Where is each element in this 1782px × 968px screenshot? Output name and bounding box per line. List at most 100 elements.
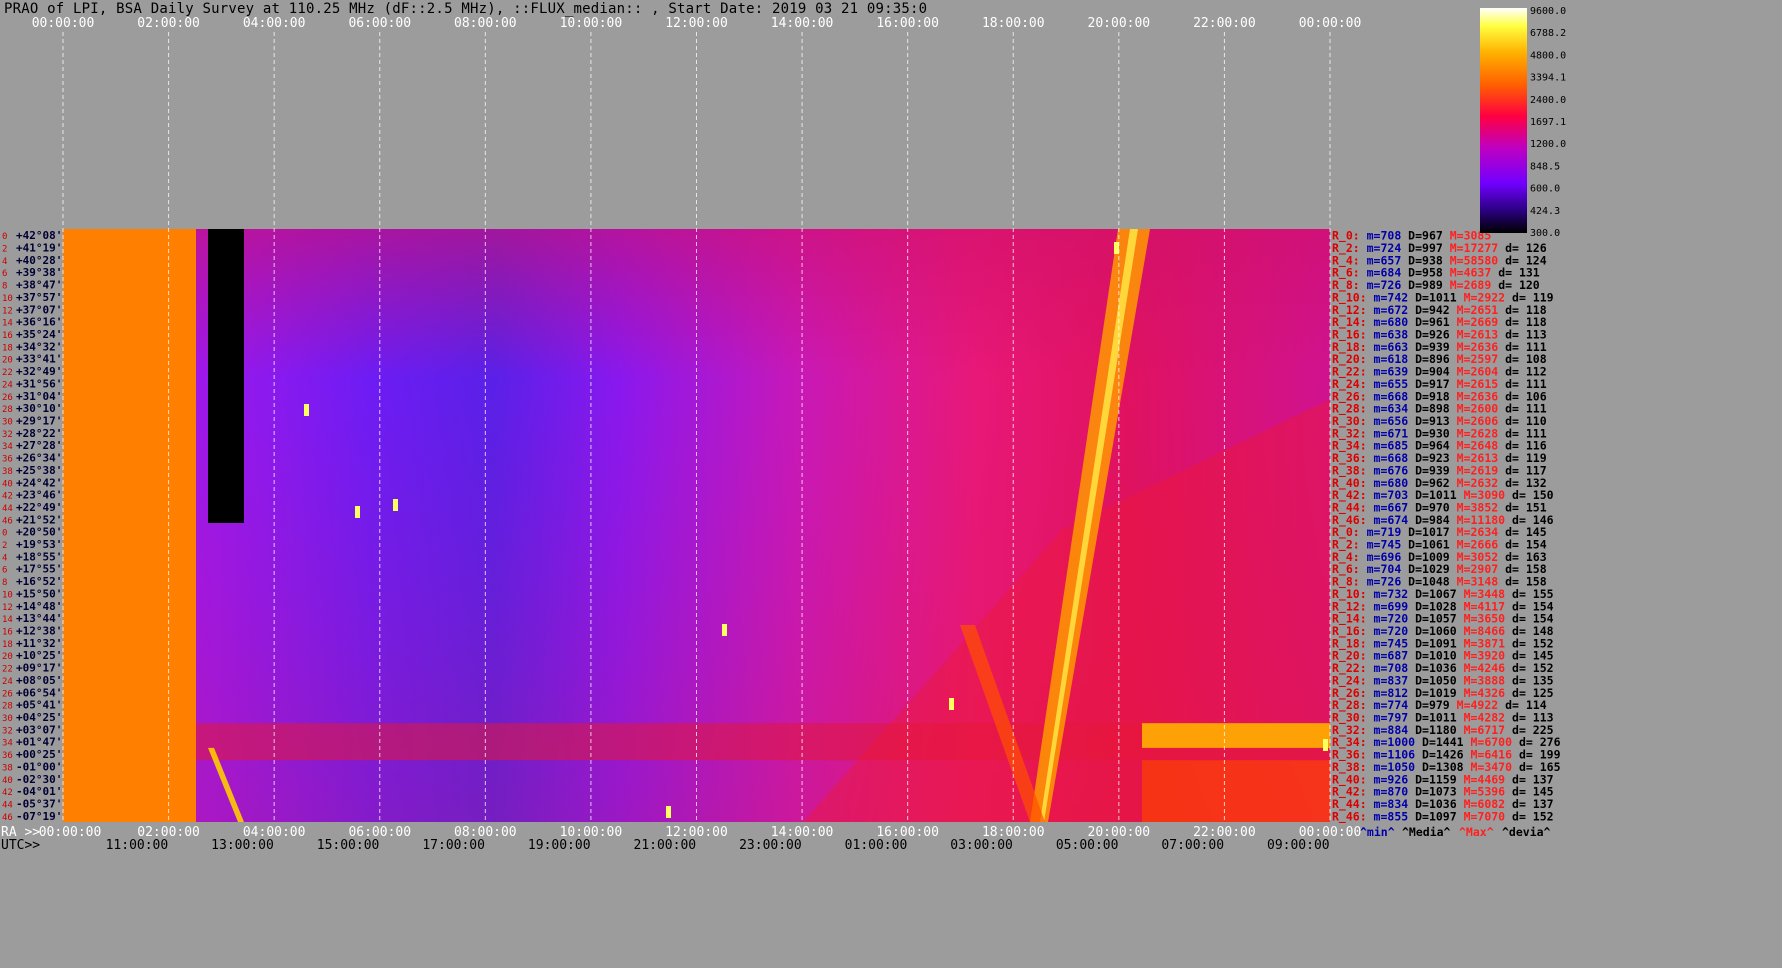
utc-tick-label: 17:00:00 bbox=[422, 838, 485, 853]
row-index-label: 16 bbox=[2, 331, 13, 341]
row-index-label: 44 bbox=[2, 800, 13, 810]
row-index-label: 4 bbox=[2, 257, 7, 267]
declination-label: +23°46' bbox=[16, 489, 62, 502]
declination-label: +16°52' bbox=[16, 575, 62, 588]
top-time-axis: 00:00:00 02:00:00 04:00:00 06:00:00 08:00:00… bbox=[32, 16, 1362, 31]
survey-heatmap-chart: 00:00:00 02:00:00 04:00:00 06:00:00 08:00:00… bbox=[1, 6, 1566, 853]
stats-panel: R_0: m=708 D=967 M=3085R_2: m=724 D=997 … bbox=[1332, 229, 1561, 839]
declination-label: +20°50' bbox=[16, 526, 62, 539]
colorbar-tick-label: 848.5 bbox=[1530, 161, 1560, 172]
utc-tick-label: 01:00:00 bbox=[845, 838, 908, 853]
row-index-label: 6 bbox=[2, 566, 7, 576]
row-index-label: 30 bbox=[2, 417, 13, 427]
utc-tick-label: 23:00:00 bbox=[739, 838, 802, 853]
utc-tick-label: 11:00:00 bbox=[106, 838, 169, 853]
row-index-label: 4 bbox=[2, 553, 7, 563]
row-index-label: 12 bbox=[2, 306, 13, 316]
utc-tick-label: 19:00:00 bbox=[528, 838, 591, 853]
declination-label: +06°54' bbox=[16, 686, 62, 699]
masked-region bbox=[63, 229, 196, 822]
colorbar-tick-label: 600.0 bbox=[1530, 184, 1560, 195]
declination-label: +15°50' bbox=[16, 587, 62, 600]
row-index-label: 42 bbox=[2, 492, 13, 502]
declination-label: +26°34' bbox=[16, 452, 62, 465]
row-index-label: 10 bbox=[2, 590, 13, 600]
ra-tick-label: 00:00:00 bbox=[39, 825, 102, 840]
top-tick-label: 10:00:00 bbox=[560, 16, 623, 31]
declination-label: +34°32' bbox=[16, 340, 62, 353]
colorbar-tick-label: 2400.0 bbox=[1530, 95, 1566, 106]
row-index-label: 36 bbox=[2, 455, 13, 465]
declination-axis: 0 +42°08' 2 +41°19' 4 +40°28' 6 +39°38' 8 +38°47'… bbox=[2, 229, 62, 823]
stat-row: R_46: m=855 D=1097 M=7070 d= 152 bbox=[1332, 809, 1554, 824]
top-tick-label: 00:00:00 bbox=[1299, 16, 1362, 31]
declination-label: +25°38' bbox=[16, 464, 62, 477]
declination-label: +04°25' bbox=[16, 711, 62, 724]
row-index-label: 26 bbox=[2, 393, 13, 403]
declination-label: +37°07' bbox=[16, 303, 62, 316]
row-index-label: 46 bbox=[2, 516, 13, 526]
row-index-label: 12 bbox=[2, 603, 13, 613]
row-index-label: 0 bbox=[2, 529, 7, 539]
point-source bbox=[1323, 739, 1328, 751]
row-index-label: 46 bbox=[2, 813, 13, 823]
point-source bbox=[1114, 242, 1119, 254]
utc-tick-label: 03:00:00 bbox=[950, 838, 1013, 853]
declination-label: +00°25' bbox=[16, 748, 62, 761]
row-index-label: 34 bbox=[2, 442, 13, 452]
top-tick-label: 16:00:00 bbox=[876, 16, 939, 31]
row-index-label: 8 bbox=[2, 282, 7, 292]
row-index-label: 28 bbox=[2, 702, 13, 712]
row-index-label: 14 bbox=[2, 319, 13, 329]
colorbar-tick-label: 1200.0 bbox=[1530, 139, 1566, 150]
declination-label: +19°53' bbox=[16, 538, 62, 551]
row-index-label: 42 bbox=[2, 788, 13, 798]
top-tick-label: 06:00:00 bbox=[348, 16, 411, 31]
utc-tick-label: 07:00:00 bbox=[1161, 838, 1224, 853]
row-index-label: 28 bbox=[2, 405, 13, 415]
declination-label: +09°17' bbox=[16, 662, 62, 675]
stats-footer-label: ^Media^ bbox=[1402, 825, 1451, 839]
declination-label: +35°24' bbox=[16, 328, 62, 341]
row-index-label: 30 bbox=[2, 714, 13, 724]
colorbar-tick-label: 300.0 bbox=[1530, 228, 1560, 239]
declination-label: -07°19' bbox=[16, 810, 62, 823]
top-tick-label: 04:00:00 bbox=[243, 16, 306, 31]
row-index-label: 22 bbox=[2, 665, 13, 675]
row-index-label: 16 bbox=[2, 628, 13, 638]
utc-tick-label: 09:00:00 bbox=[1267, 838, 1330, 853]
stat-field: M=7070 bbox=[1457, 809, 1506, 823]
row-index-label: 22 bbox=[2, 368, 13, 378]
declination-label: +18°55' bbox=[16, 550, 62, 563]
row-index-label: 8 bbox=[2, 578, 7, 588]
point-source bbox=[949, 698, 954, 710]
stats-footer-label: ^min^ bbox=[1360, 825, 1395, 839]
declination-label: -02°30' bbox=[16, 773, 62, 786]
declination-label: +14°48' bbox=[16, 600, 62, 613]
declination-label: +38°47' bbox=[16, 279, 62, 292]
declination-label: +32°49' bbox=[16, 365, 62, 378]
declination-label: +28°22' bbox=[16, 427, 62, 440]
stat-field: m=855 bbox=[1367, 809, 1409, 823]
declination-label: +03°07' bbox=[16, 723, 62, 736]
top-tick-label: 00:00:00 bbox=[32, 16, 95, 31]
row-index-label: 38 bbox=[2, 763, 13, 773]
declination-label: +30°10' bbox=[16, 402, 62, 415]
colorbar-tick-label: 424.3 bbox=[1530, 206, 1560, 217]
row-index-label: 10 bbox=[2, 294, 13, 304]
declination-label: +36°16' bbox=[16, 316, 62, 329]
data-gap bbox=[208, 229, 244, 523]
row-index-label: 2 bbox=[2, 541, 7, 551]
top-tick-label: 18:00:00 bbox=[982, 16, 1045, 31]
stat-field: D=1097 bbox=[1408, 809, 1457, 823]
top-tick-label: 12:00:00 bbox=[665, 16, 728, 31]
declination-label: +31°04' bbox=[16, 390, 62, 403]
declination-label: +12°38' bbox=[16, 625, 62, 638]
point-source bbox=[722, 624, 727, 636]
point-source bbox=[666, 806, 671, 818]
point-source bbox=[393, 499, 398, 511]
declination-label: +10°25' bbox=[16, 649, 62, 662]
colorbar-tick-label: 1697.1 bbox=[1530, 117, 1566, 128]
colorbar-tick-label: 9600.0 bbox=[1530, 6, 1566, 17]
top-tick-label: 22:00:00 bbox=[1193, 16, 1256, 31]
